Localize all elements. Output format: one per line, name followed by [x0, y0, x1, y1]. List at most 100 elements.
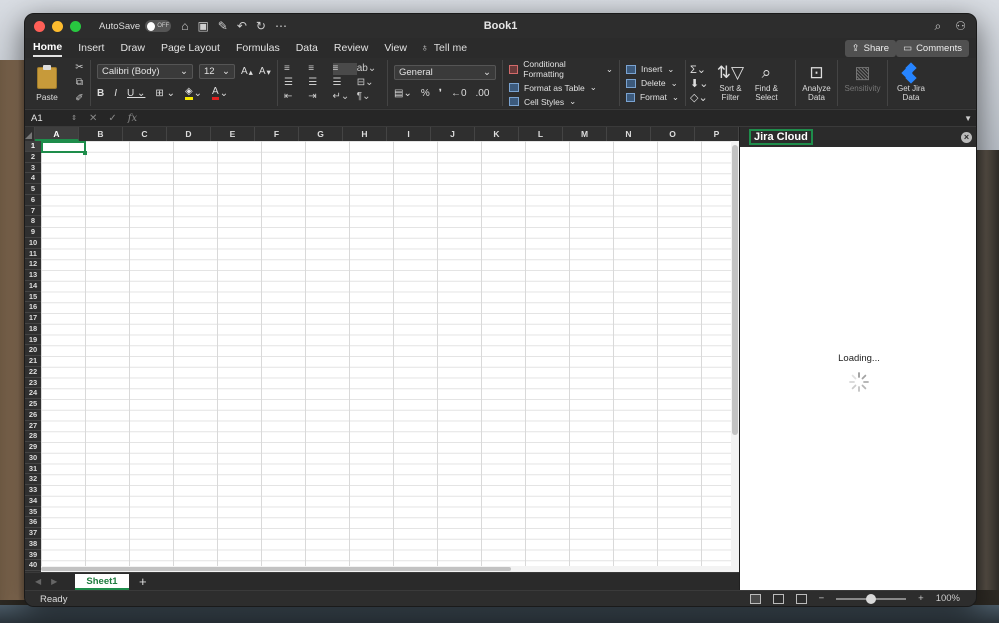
row-header[interactable]: 31 [25, 464, 41, 475]
row-header[interactable]: 11 [25, 249, 41, 260]
sensitivity-button[interactable]: ▧ Sensitivity [838, 60, 888, 106]
confirm-icon[interactable]: ✓ [108, 113, 116, 124]
row-header[interactable]: 6 [25, 195, 41, 206]
column-header[interactable]: A [35, 127, 79, 141]
vertical-scrollbar[interactable] [731, 141, 739, 572]
row-header[interactable]: 13 [25, 270, 41, 281]
align-left-icon[interactable]: ☰ [284, 77, 308, 89]
expand-formula-icon[interactable]: ▼ [964, 114, 972, 123]
column-header[interactable]: D [167, 127, 211, 141]
font-name-dropdown[interactable]: Calibri (Body) ⌄ [97, 64, 193, 79]
home-icon[interactable]: ⌂ [181, 19, 188, 33]
column-header[interactable]: K [475, 127, 519, 141]
font-color-icon[interactable]: A ⌄ [212, 86, 228, 100]
tab-formulas[interactable]: Formulas [236, 40, 280, 56]
row-header[interactable]: 2 [25, 152, 41, 163]
scroll-thumb[interactable] [41, 567, 511, 571]
add-sheet-icon[interactable]: + [139, 574, 147, 589]
comma-style-icon[interactable]: ❜ [439, 88, 442, 99]
increase-indent-icon[interactable]: ⇥ [308, 91, 332, 103]
fill-icon[interactable]: ⬇⌄ [690, 77, 708, 90]
column-header[interactable]: B [79, 127, 123, 141]
row-header[interactable]: 37 [25, 528, 41, 539]
row-header[interactable]: 16 [25, 302, 41, 313]
function-icon[interactable]: fx [128, 113, 137, 124]
more-icon[interactable]: ⋯ [275, 19, 287, 33]
cell-styles-button[interactable]: Cell Styles ⌄ [509, 96, 613, 107]
column-header[interactable]: O [651, 127, 695, 141]
align-center-icon[interactable]: ☰ [308, 77, 332, 89]
tab-insert[interactable]: Insert [78, 40, 104, 56]
align-bottom-icon[interactable]: ≡ [332, 63, 357, 75]
text-direction-icon[interactable]: ¶⌄ [357, 91, 381, 103]
next-sheet-icon[interactable]: ▶ [51, 577, 57, 586]
row-header[interactable]: 40 [25, 560, 41, 571]
zoom-out-icon[interactable]: − [819, 593, 825, 604]
orientation-icon[interactable]: ab⌄ [357, 63, 381, 75]
column-header[interactable]: P [695, 127, 739, 141]
bold-icon[interactable]: B [97, 88, 104, 99]
align-top-icon[interactable]: ≡ [284, 63, 308, 75]
insert-cells-button[interactable]: Insert ⌄ [626, 64, 679, 75]
zoom-window-button[interactable] [70, 20, 81, 32]
analyze-data-button[interactable]: ⊡ Analyze Data [796, 60, 838, 106]
row-header[interactable]: 28 [25, 431, 41, 442]
page-layout-view-icon[interactable] [772, 593, 784, 604]
font-size-dropdown[interactable]: 12 ⌄ [199, 64, 235, 79]
delete-cells-button[interactable]: Delete ⌄ [626, 78, 679, 89]
row-header[interactable]: 3 [25, 163, 41, 174]
row-header[interactable]: 23 [25, 378, 41, 389]
increase-decimal-icon[interactable]: ←0 [451, 88, 467, 99]
row-header[interactable]: 19 [25, 335, 41, 346]
fill-color-icon[interactable]: ◈ ⌄ [184, 86, 202, 100]
align-right-icon[interactable]: ☰ [333, 77, 357, 89]
underline-icon[interactable]: U ⌄ [127, 88, 145, 99]
row-header[interactable]: 1 [25, 141, 41, 152]
share-people-icon[interactable]: ⚇ [955, 19, 966, 34]
increase-font-icon[interactable]: A ▴ [241, 66, 253, 77]
row-header[interactable]: 5 [25, 184, 41, 195]
cell-grid[interactable] [41, 141, 731, 572]
row-header[interactable]: 8 [25, 216, 41, 227]
row-header[interactable]: 20 [25, 345, 41, 356]
sort-filter-button[interactable]: ⇅▽ Sort & Filter [712, 60, 748, 106]
row-header[interactable]: 4 [25, 173, 41, 184]
get-jira-data-button[interactable]: Get Jira Data [888, 60, 934, 106]
borders-icon[interactable]: ⊞ ⌄ [155, 88, 175, 99]
select-all-corner[interactable] [25, 127, 35, 141]
merge-icon[interactable]: ⊟⌄ [357, 77, 381, 89]
row-header[interactable]: 18 [25, 324, 41, 335]
row-header[interactable]: 26 [25, 410, 41, 421]
formula-input[interactable] [147, 111, 964, 125]
column-header[interactable]: C [123, 127, 167, 141]
active-cell[interactable] [41, 141, 86, 153]
row-header[interactable]: 25 [25, 399, 41, 410]
find-select-button[interactable]: ⌕ Find & Select [748, 60, 784, 106]
autosum-icon[interactable]: Σ⌄ [690, 63, 708, 76]
column-header[interactable]: M [563, 127, 607, 141]
column-header[interactable]: H [343, 127, 387, 141]
row-header[interactable]: 17 [25, 313, 41, 324]
tab-draw[interactable]: Draw [120, 40, 145, 56]
column-header[interactable]: E [211, 127, 255, 141]
number-format-dropdown[interactable]: General ⌄ [394, 65, 496, 80]
fill-handle[interactable] [83, 151, 87, 155]
column-header[interactable]: J [431, 127, 475, 141]
row-header[interactable]: 10 [25, 238, 41, 249]
row-header[interactable]: 27 [25, 421, 41, 432]
name-box[interactable]: A1 ⇕ [25, 111, 81, 125]
row-header[interactable]: 29 [25, 442, 41, 453]
cut-icon[interactable]: ✂ [75, 62, 83, 73]
row-header[interactable]: 38 [25, 539, 41, 550]
italic-icon[interactable]: I [114, 88, 117, 99]
row-header[interactable]: 14 [25, 281, 41, 292]
zoom-in-icon[interactable]: + [918, 593, 924, 604]
accounting-format-icon[interactable]: ▤⌄ [394, 88, 412, 99]
column-header[interactable]: F [255, 127, 299, 141]
zoom-slider-knob[interactable] [866, 593, 877, 604]
row-header[interactable]: 7 [25, 206, 41, 217]
row-header[interactable]: 33 [25, 485, 41, 496]
tab-review[interactable]: Review [334, 40, 368, 56]
row-header[interactable]: 12 [25, 259, 41, 270]
tab-home[interactable]: Home [33, 39, 63, 57]
